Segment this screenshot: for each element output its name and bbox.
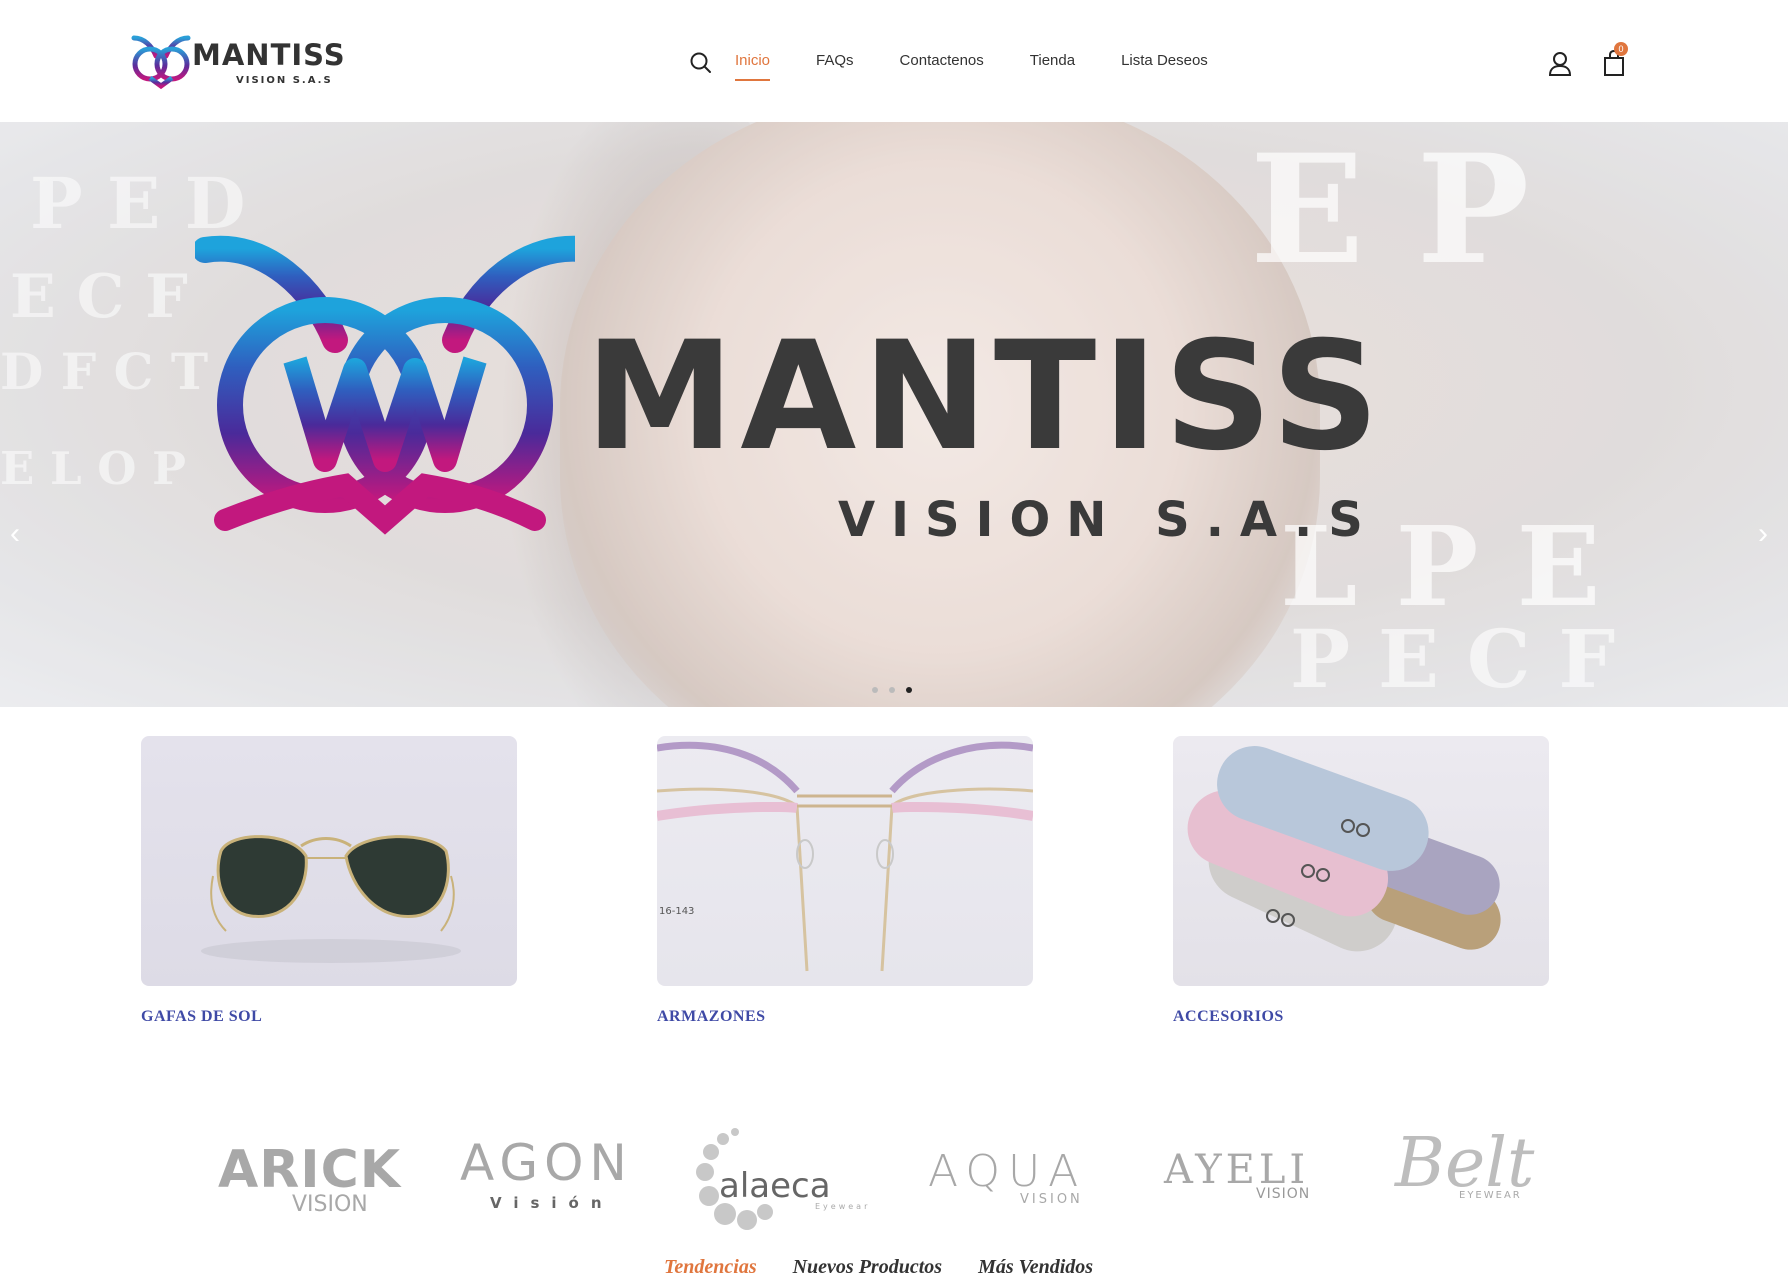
- nav-faqs[interactable]: FAQs: [816, 52, 854, 81]
- sunglasses-icon: [201, 835, 461, 963]
- brand-sub: Visión: [490, 1194, 614, 1212]
- search-icon: [690, 52, 711, 73]
- brand-logo-arick[interactable]: ARICK VISION: [218, 1144, 401, 1217]
- category-card-armazones[interactable]: 16-143 ARMAZONES: [657, 736, 1033, 1025]
- brand-carousel: ARICK VISION AGON Visión alaeca Eyewear …: [0, 1120, 1788, 1250]
- slider-next-arrow-icon[interactable]: ›: [1758, 517, 1768, 551]
- slider-dot[interactable]: [872, 687, 878, 693]
- brand-logo-aqua[interactable]: AQUA VISION: [928, 1146, 1087, 1208]
- hero-slider: P E D E C F D F C T E L O P E P L P E P …: [0, 122, 1788, 707]
- category-label[interactable]: ACCESORIOS: [1173, 1008, 1284, 1026]
- nav-lista-deseos[interactable]: Lista Deseos: [1121, 52, 1208, 81]
- glasses-cases-icon: [1187, 746, 1501, 952]
- hero-subtitle: VISION S.A.S: [838, 492, 1379, 548]
- brand-logo-ayeli[interactable]: AYELI VISION: [1164, 1150, 1310, 1202]
- main-nav: Inicio FAQs Contactenos Tienda Lista Des…: [735, 52, 1208, 81]
- slider-dot[interactable]: [889, 687, 895, 693]
- nav-contactenos[interactable]: Contactenos: [900, 52, 984, 81]
- user-icon: [1548, 52, 1572, 76]
- search-button[interactable]: [688, 50, 714, 76]
- category-card-accesorios[interactable]: ACCESORIOS: [1173, 736, 1549, 1025]
- brand-name: alaeca: [719, 1166, 831, 1206]
- cart-count-badge: 0: [1614, 42, 1628, 56]
- cases-image[interactable]: [1173, 736, 1549, 986]
- brand-logo-belt[interactable]: Belt EYEWEAR: [1395, 1124, 1535, 1203]
- svg-text:16-143: 16-143: [659, 906, 694, 917]
- brand-sub: VISION: [1256, 1186, 1311, 1202]
- product-tabs: Tendencias Nuevos Productos Más Vendidos: [664, 1256, 1093, 1279]
- brand-name: ARICK: [218, 1140, 402, 1200]
- logo-text: MANTISS: [192, 38, 346, 72]
- brand-name: AYELI: [1164, 1147, 1310, 1193]
- category-label[interactable]: GAFAS DE SOL: [141, 1008, 262, 1026]
- eyeglass-frames-icon: 16-143: [657, 741, 1033, 972]
- slider-dots: [872, 687, 912, 693]
- brand-logo-agon[interactable]: AGON Visión: [460, 1138, 633, 1212]
- site-logo[interactable]: MANTISS VISION S.A.S: [130, 34, 370, 90]
- site-header: MANTISS VISION S.A.S Inicio FAQs Contact…: [0, 0, 1788, 122]
- brand-name: Belt: [1395, 1124, 1535, 1203]
- sunglasses-image[interactable]: [141, 736, 517, 986]
- hero-title: MANTISS: [585, 310, 1386, 484]
- tab-nuevos-productos[interactable]: Nuevos Productos: [793, 1256, 942, 1279]
- brand-name: AGON: [460, 1134, 633, 1192]
- nav-tienda[interactable]: Tienda: [1030, 52, 1075, 81]
- brand-sub: VISION: [1020, 1192, 1083, 1207]
- slider-prev-arrow-icon[interactable]: ‹: [10, 517, 20, 551]
- tab-tendencias[interactable]: Tendencias: [664, 1256, 757, 1279]
- brand-sub: Eyewear: [815, 1202, 871, 1211]
- hero-logo-mark-icon: [195, 235, 575, 535]
- logo-mark-icon: [131, 35, 191, 90]
- category-card-gafas-de-sol[interactable]: GAFAS DE SOL: [141, 736, 517, 1025]
- logo-subtext: VISION S.A.S: [236, 75, 333, 86]
- brand-name: AQUA: [928, 1146, 1087, 1197]
- category-label[interactable]: ARMAZONES: [657, 1008, 766, 1026]
- tab-mas-vendidos[interactable]: Más Vendidos: [978, 1256, 1093, 1279]
- slider-dot-active[interactable]: [906, 687, 912, 693]
- nav-inicio[interactable]: Inicio: [735, 52, 771, 81]
- account-button[interactable]: [1547, 50, 1573, 78]
- frames-image[interactable]: 16-143: [657, 736, 1033, 986]
